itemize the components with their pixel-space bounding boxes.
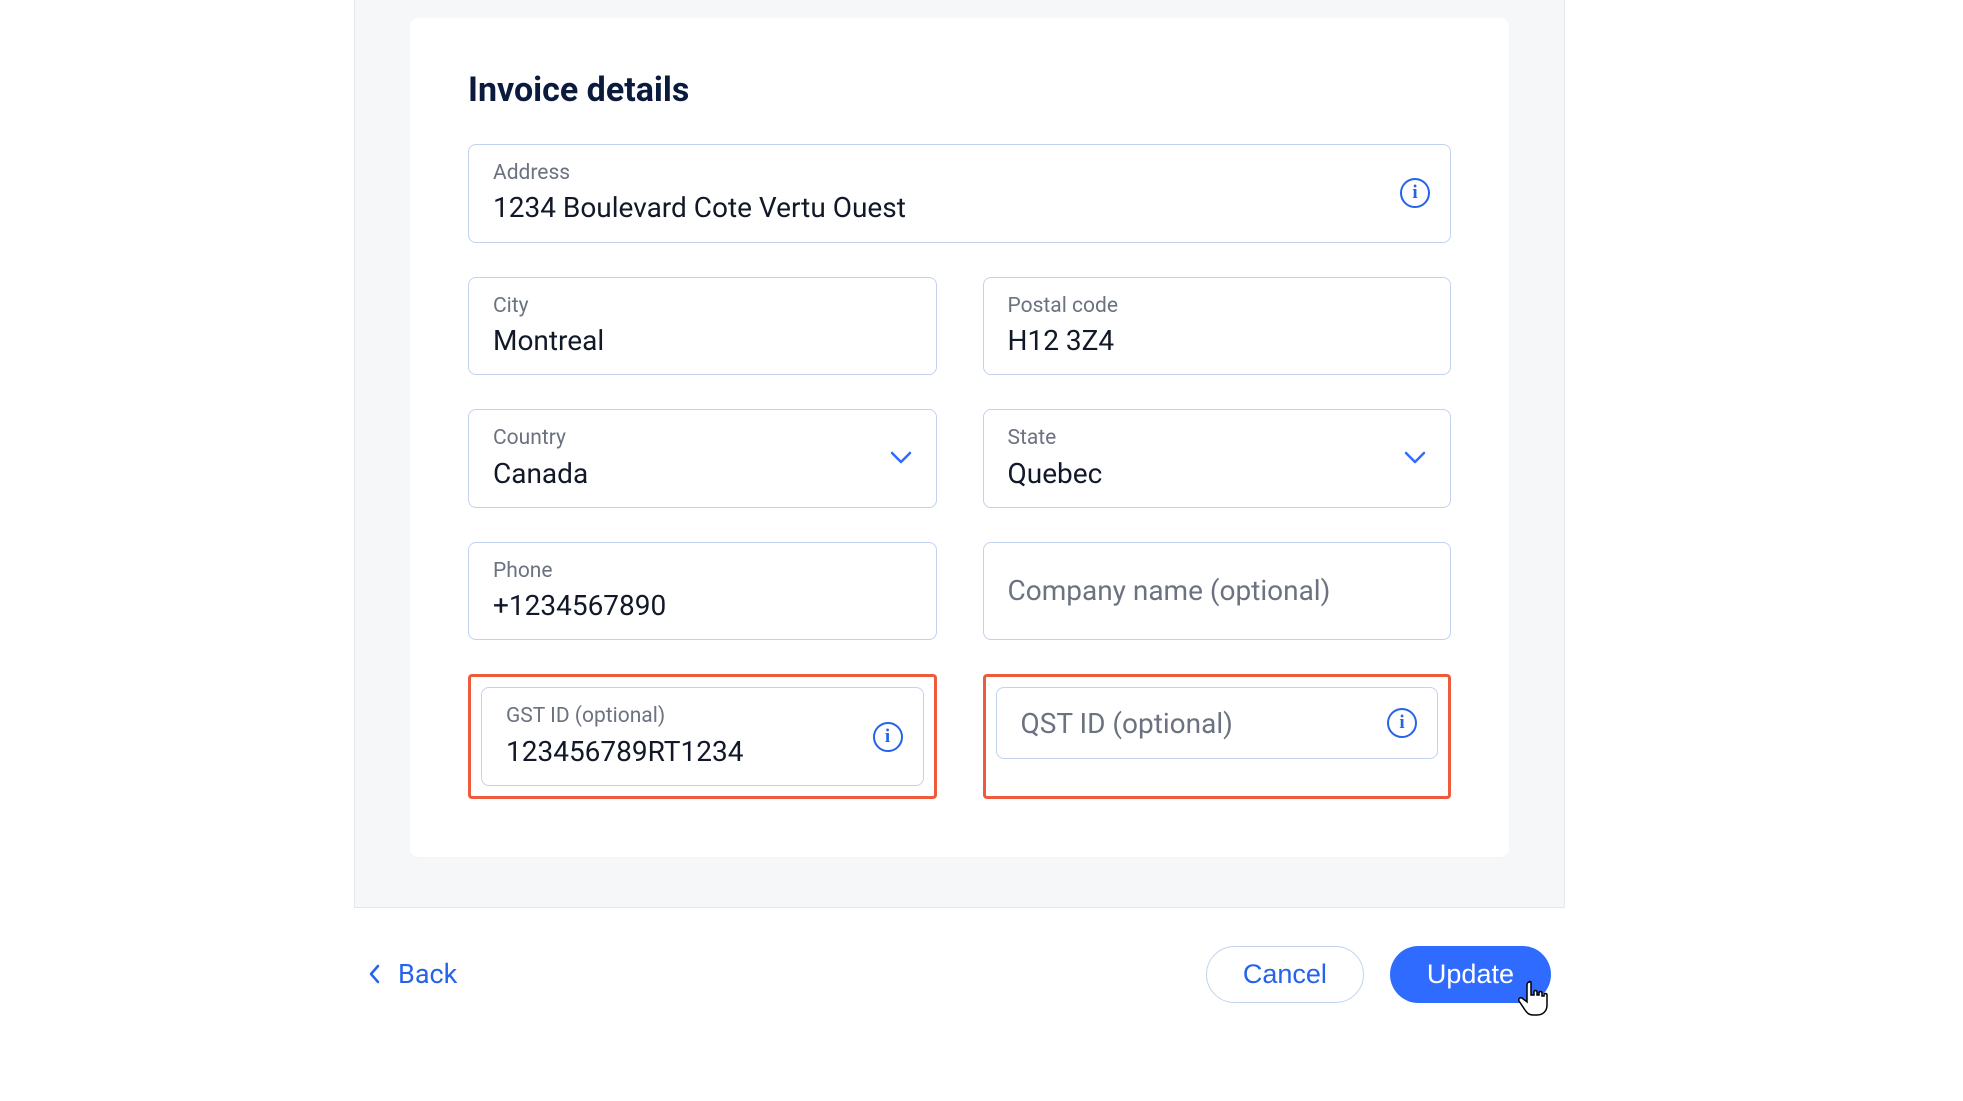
field-value: Canada	[493, 454, 912, 493]
field-label: City	[493, 292, 912, 321]
info-icon[interactable]	[873, 722, 903, 752]
chevron-left-icon	[368, 964, 380, 984]
footer-bar: Back Cancel Update	[354, 908, 1565, 1003]
card-title: Invoice details	[468, 70, 1451, 110]
gst-highlight-box: GST ID (optional) 123456789RT1234	[468, 674, 937, 799]
company-name-field[interactable]: Company name (optional)	[983, 542, 1452, 641]
cancel-button[interactable]: Cancel	[1206, 946, 1364, 1003]
gst-id-field[interactable]: GST ID (optional) 123456789RT1234	[481, 687, 924, 786]
field-value: +1234567890	[493, 586, 912, 625]
field-label: GST ID (optional)	[506, 702, 899, 731]
qst-id-field[interactable]: QST ID (optional)	[996, 687, 1439, 759]
info-icon[interactable]	[1387, 708, 1417, 738]
country-select[interactable]: Country Canada	[468, 409, 937, 508]
field-label: Phone	[493, 557, 912, 586]
field-value: 1234 Boulevard Cote Vertu Ouest	[493, 188, 1426, 227]
field-value: Quebec	[1008, 454, 1427, 493]
invoice-details-card: Invoice details Address 1234 Boulevard C…	[410, 18, 1509, 857]
field-placeholder: Company name (optional)	[1008, 571, 1331, 610]
field-label: State	[1008, 424, 1427, 453]
state-select[interactable]: State Quebec	[983, 409, 1452, 508]
postal-code-field[interactable]: Postal code H12 3Z4	[983, 277, 1452, 376]
phone-field[interactable]: Phone +1234567890	[468, 542, 937, 641]
field-placeholder: QST ID (optional)	[1021, 704, 1233, 743]
info-icon[interactable]	[1400, 178, 1430, 208]
field-value: Montreal	[493, 321, 912, 360]
field-label: Country	[493, 424, 912, 453]
address-field[interactable]: Address 1234 Boulevard Cote Vertu Ouest	[468, 144, 1451, 243]
chevron-down-icon	[890, 451, 912, 465]
field-label: Address	[493, 159, 1426, 188]
field-label: Postal code	[1008, 292, 1427, 321]
qst-highlight-box: QST ID (optional)	[983, 674, 1452, 799]
field-value: H12 3Z4	[1008, 321, 1427, 360]
back-link-label: Back	[398, 958, 457, 990]
chevron-down-icon	[1404, 451, 1426, 465]
back-link[interactable]: Back	[368, 958, 457, 990]
field-value: 123456789RT1234	[506, 732, 899, 771]
city-field[interactable]: City Montreal	[468, 277, 937, 376]
cursor-pointer-icon	[1515, 979, 1551, 1023]
